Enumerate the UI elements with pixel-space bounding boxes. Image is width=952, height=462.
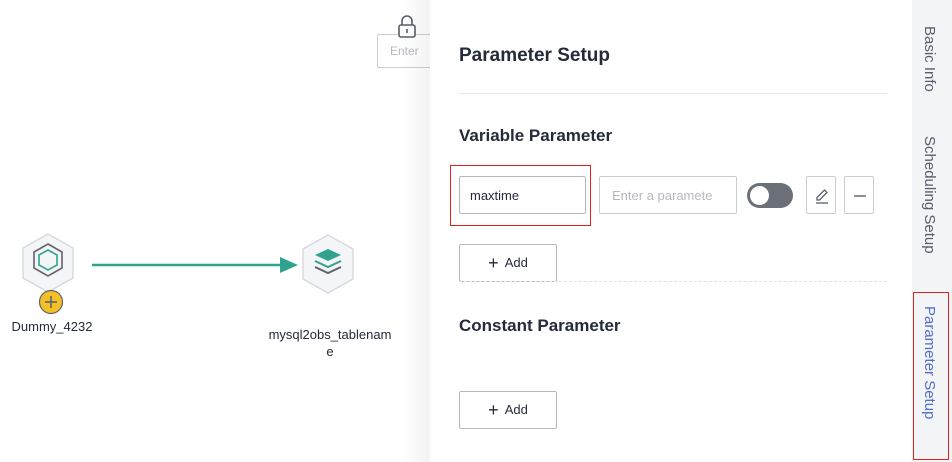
parameter-toggle[interactable] xyxy=(747,183,793,208)
parameter-setup-panel: Parameter Setup Variable Parameter maxti… xyxy=(430,0,912,462)
dummy-node-label: Dummy_4232 xyxy=(11,319,93,334)
remove-parameter-button[interactable] xyxy=(844,176,874,214)
add-node-badge-icon[interactable] xyxy=(38,289,64,315)
add-label: Add xyxy=(504,402,528,417)
edit-parameter-button[interactable] xyxy=(806,176,836,214)
panel-title: Parameter Setup xyxy=(459,45,611,66)
plus-icon: + xyxy=(488,253,499,273)
add-label: Add xyxy=(504,255,528,270)
workflow-canvas[interactable]: Dummy_4232 mysql2obs_tablenam e Enter xyxy=(0,0,437,462)
plus-icon: + xyxy=(488,400,499,420)
constant-parameter-title: Constant Parameter xyxy=(459,316,621,335)
parameter-name-input[interactable]: maxtime xyxy=(459,176,586,214)
workflow-edge xyxy=(92,257,298,273)
pencil-icon xyxy=(816,189,828,204)
dummy-node-icon[interactable] xyxy=(20,232,76,296)
side-tab-bar: Basic Info Scheduling Setup Parameter Se… xyxy=(912,0,952,462)
tab-parameter-setup[interactable]: Parameter Setup xyxy=(921,306,938,419)
variable-parameter-title: Variable Parameter xyxy=(459,126,613,145)
tab-basic-info[interactable]: Basic Info xyxy=(921,26,938,92)
node-label-line: e xyxy=(326,344,334,359)
divider xyxy=(459,93,887,94)
node-label-line: mysql2obs_tablenam xyxy=(268,327,392,342)
section-divider xyxy=(459,281,887,282)
add-constant-parameter-button[interactable]: + Add xyxy=(459,391,557,429)
panel-shadow xyxy=(402,0,432,462)
tab-scheduling-setup[interactable]: Scheduling Setup xyxy=(921,136,938,254)
add-variable-parameter-button[interactable]: + Add xyxy=(459,244,557,282)
toggle-knob xyxy=(750,186,769,205)
data-migration-node-icon[interactable] xyxy=(300,233,356,297)
minus-icon xyxy=(854,195,866,197)
parameter-value-input[interactable]: Enter a paramete xyxy=(599,176,737,214)
data-migration-node-label: mysql2obs_tablenam e xyxy=(250,326,410,360)
